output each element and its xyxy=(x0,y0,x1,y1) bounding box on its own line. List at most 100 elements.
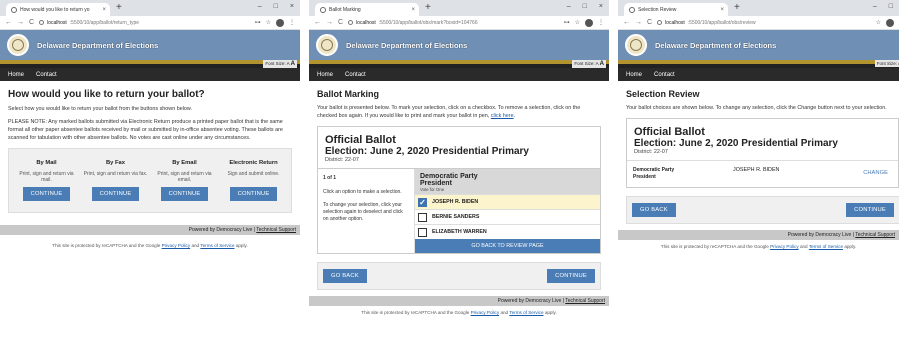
go-back-button[interactable]: GO BACK xyxy=(632,203,676,217)
page-actions: GO BACK CONTINUE xyxy=(626,196,899,224)
option-by-email: By Email Print, sign and return via emai… xyxy=(152,154,217,207)
globe-icon xyxy=(320,6,326,13)
candidate-option[interactable]: ✓ JOSEPH R. BIDEN xyxy=(415,194,600,209)
forward-button[interactable]: → xyxy=(635,19,642,26)
maximize-button[interactable]: □ xyxy=(889,3,893,10)
continue-button[interactable]: CONTINUE xyxy=(846,203,894,217)
continue-button[interactable]: CONTINUE xyxy=(547,269,595,283)
tab-title: Ballot Marking xyxy=(329,6,361,13)
url-field[interactable]: localhost:5500/10/app/ballot/obs/review xyxy=(657,20,871,26)
reload-button[interactable]: C xyxy=(338,19,343,26)
minimize-button[interactable]: – xyxy=(567,3,571,10)
star-icon[interactable]: ☆ xyxy=(266,19,271,26)
browser-tab[interactable]: How would you like to return yo × xyxy=(6,3,110,16)
maximize-button[interactable]: □ xyxy=(274,3,278,10)
key-icon[interactable]: ⊶ xyxy=(255,19,261,26)
close-window-button[interactable]: × xyxy=(290,3,294,10)
info-icon[interactable] xyxy=(39,20,45,25)
state-seal-logo xyxy=(625,34,647,56)
print-ballot-link[interactable]: click here xyxy=(491,113,514,119)
tab-close-icon[interactable]: × xyxy=(720,7,728,13)
option-electronic-return: Electronic Return Sign and submit online… xyxy=(221,154,286,207)
browser-tab[interactable]: Ballot Marking × xyxy=(315,3,419,16)
option-description: Print, sign and return via mail. xyxy=(19,171,74,183)
new-tab-button[interactable]: + xyxy=(425,2,431,13)
go-back-to-review-button[interactable]: GO BACK TO REVIEW PAGE xyxy=(415,239,600,253)
tab-close-icon[interactable]: × xyxy=(102,7,110,13)
star-icon[interactable]: ☆ xyxy=(575,19,580,26)
forward-button[interactable]: → xyxy=(17,19,24,26)
maximize-button[interactable]: □ xyxy=(583,3,587,10)
terms-link[interactable]: Terms of Service xyxy=(509,310,543,315)
continue-by-fax-button[interactable]: CONTINUE xyxy=(91,187,140,201)
back-button[interactable]: ← xyxy=(314,19,321,26)
checkbox-icon[interactable] xyxy=(418,227,427,237)
back-button[interactable]: ← xyxy=(5,19,12,26)
forward-button[interactable]: → xyxy=(326,19,333,26)
menu-icon[interactable]: ⋮ xyxy=(289,19,295,26)
privacy-policy-link[interactable]: Privacy Policy xyxy=(471,310,500,315)
site-banner: Delaware Department of Elections xyxy=(0,30,300,60)
go-back-button[interactable]: GO BACK xyxy=(323,269,367,283)
profile-icon[interactable] xyxy=(886,18,894,27)
main-content: Ballot Marking Your ballot is presented … xyxy=(309,81,609,290)
main-content: Selection Review Your ballot choices are… xyxy=(618,81,899,224)
checkbox-icon[interactable] xyxy=(418,212,427,222)
star-icon[interactable]: ☆ xyxy=(876,19,881,26)
site-title: Delaware Department of Elections xyxy=(346,40,468,50)
option-by-mail: By Mail Print, sign and return via mail.… xyxy=(14,154,79,207)
browser-tab[interactable]: Selection Review × xyxy=(624,3,728,16)
tab-title: How would you like to return yo xyxy=(20,6,90,13)
url-path: :5500/10/app/ballot/obs/review xyxy=(687,19,756,26)
privacy-policy-link[interactable]: Privacy Policy xyxy=(770,244,799,249)
site-title: Delaware Department of Elections xyxy=(655,40,777,50)
font-size-control[interactable]: Font Size: A A xyxy=(572,60,606,68)
key-icon[interactable]: ⊶ xyxy=(564,19,570,26)
technical-support-link[interactable]: Technical Support xyxy=(256,227,296,233)
terms-link[interactable]: Terms of Service xyxy=(809,244,843,249)
new-tab-button[interactable]: + xyxy=(116,2,122,13)
menu-contact-link[interactable]: Contact xyxy=(36,72,57,78)
reload-button[interactable]: C xyxy=(29,19,34,26)
font-size-control[interactable]: Font Size: A A xyxy=(263,60,297,68)
technical-support-link[interactable]: Technical Support xyxy=(855,232,895,238)
technical-support-link[interactable]: Technical Support xyxy=(565,298,605,304)
checkbox-checked-icon[interactable]: ✓ xyxy=(418,197,427,207)
page-title: Selection Review xyxy=(626,89,700,99)
menu-contact-link[interactable]: Contact xyxy=(654,72,675,78)
privacy-policy-link[interactable]: Privacy Policy xyxy=(162,243,191,248)
menu-home-link[interactable]: Home xyxy=(8,72,24,78)
minimize-button[interactable]: – xyxy=(873,3,877,10)
new-tab-button[interactable]: + xyxy=(734,2,740,13)
menu-contact-link[interactable]: Contact xyxy=(345,72,366,78)
profile-icon[interactable] xyxy=(585,18,593,27)
tab-strip: Ballot Marking × + – □ × xyxy=(309,0,609,16)
url-field[interactable]: localhost:5500/10/app/ballot/return_type xyxy=(39,20,250,26)
candidate-option[interactable]: ELIZABETH WARREN xyxy=(415,224,600,239)
continue-by-email-button[interactable]: CONTINUE xyxy=(160,187,209,201)
option-title: By Fax xyxy=(105,160,125,166)
continue-electronic-button[interactable]: CONTINUE xyxy=(229,187,278,201)
info-icon[interactable] xyxy=(348,20,354,25)
official-ballot: Official Ballot Election: June 2, 2020 P… xyxy=(317,126,601,254)
selection-row: Democratic Party President JOSEPH R. BID… xyxy=(627,160,898,187)
info-icon[interactable] xyxy=(657,20,663,25)
main-menu: Home Contact xyxy=(309,68,609,81)
url-field[interactable]: localhost:5500/10/app/ballot/obs/mark?bo… xyxy=(348,20,559,26)
minimize-button[interactable]: – xyxy=(258,3,262,10)
tab-close-icon[interactable]: × xyxy=(411,7,419,13)
menu-icon[interactable]: ⋮ xyxy=(598,19,604,26)
reload-button[interactable]: C xyxy=(647,19,652,26)
address-actions: ⊶ ☆ ⋮ xyxy=(564,18,604,27)
menu-home-link[interactable]: Home xyxy=(317,72,333,78)
continue-by-mail-button[interactable]: CONTINUE xyxy=(22,187,71,201)
menu-home-link[interactable]: Home xyxy=(626,72,642,78)
back-button[interactable]: ← xyxy=(623,19,630,26)
change-button[interactable]: CHANGE xyxy=(863,167,892,176)
candidate-option[interactable]: BERNIE SANDERS xyxy=(415,209,600,224)
close-window-button[interactable]: × xyxy=(599,3,603,10)
font-size-control[interactable]: Font Size: A xyxy=(874,60,899,67)
profile-icon[interactable] xyxy=(276,18,284,27)
terms-link[interactable]: Terms of Service xyxy=(200,243,234,248)
option-by-fax: By Fax Print, sign and return via fax. C… xyxy=(83,154,148,207)
